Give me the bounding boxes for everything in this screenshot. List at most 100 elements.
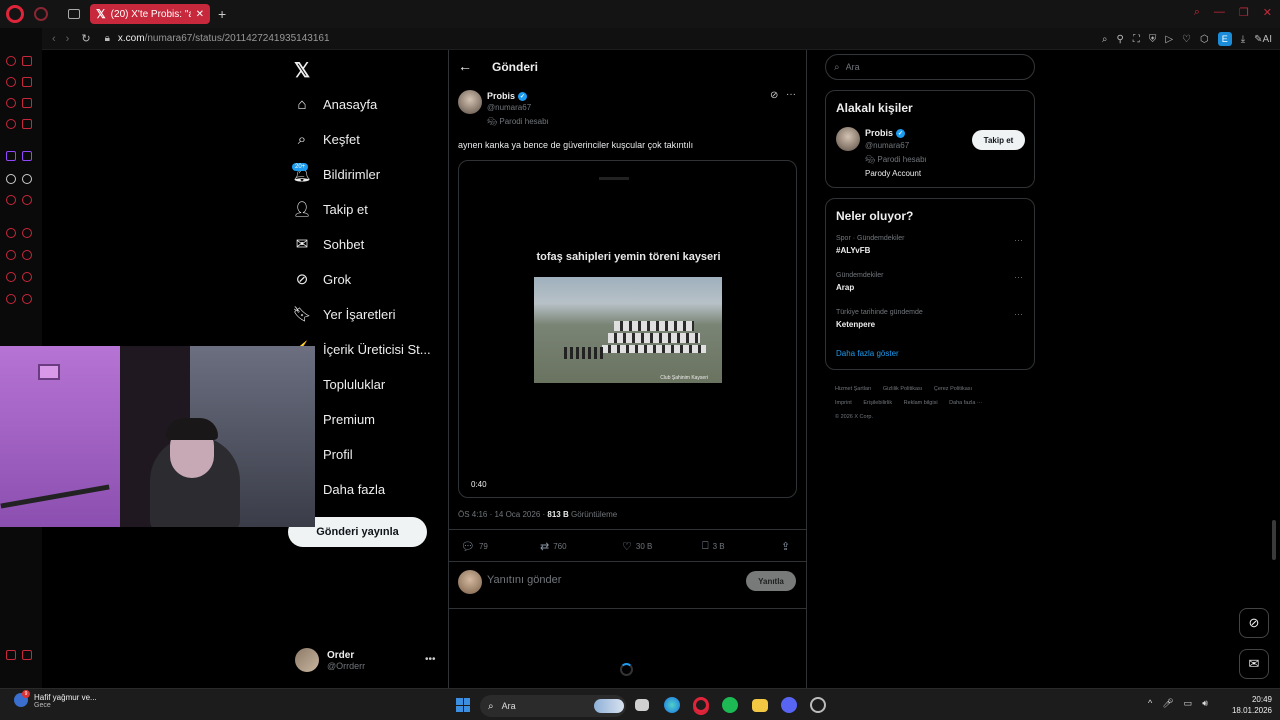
scrollbar[interactable] xyxy=(1272,520,1276,560)
account-switcher[interactable]: Order @Orrderr ••• xyxy=(295,648,436,672)
pin-icon[interactable]: ⚲ xyxy=(1117,34,1124,45)
footer-link[interactable]: Imprint xyxy=(835,400,852,406)
tab-overview-icon[interactable] xyxy=(68,9,80,19)
twitch-icon[interactable] xyxy=(6,151,16,161)
sidebar-red-icon[interactable] xyxy=(22,650,32,660)
more-dots-icon[interactable]: ··· xyxy=(1014,235,1023,245)
x-sidebar-icon[interactable] xyxy=(22,174,32,184)
grok-float-button[interactable]: ⊘ xyxy=(1239,608,1269,638)
tweet-video[interactable]: tofaş sahipleri yemin töreni kayseri Clu… xyxy=(458,160,797,498)
heart-icon[interactable]: ♡ xyxy=(1182,34,1191,45)
footer-link[interactable]: Daha fazla ··· xyxy=(949,400,982,406)
footer-link[interactable]: Reklam bilgisi xyxy=(904,400,938,406)
reply-action[interactable]: 💬︎ 79 xyxy=(461,540,488,553)
search-input[interactable] xyxy=(845,62,1006,72)
opera-logo-icon[interactable] xyxy=(6,5,24,23)
footer-link[interactable]: Çerez Politikası xyxy=(934,386,972,392)
back-arrow-icon[interactable]: ‹ xyxy=(52,33,56,45)
sidebar-red-icon[interactable] xyxy=(22,119,32,129)
file-explorer-icon[interactable] xyxy=(752,699,768,712)
related-user-name[interactable]: Probis ✓ xyxy=(865,128,906,138)
new-tab-icon[interactable]: + xyxy=(218,6,226,22)
sidebar-red-icon[interactable] xyxy=(6,56,16,66)
footer-link[interactable]: Hizmet Şartları xyxy=(835,386,871,392)
nav-grok[interactable]: ⊘ Grok xyxy=(294,268,351,290)
sidebar-red-icon[interactable] xyxy=(6,228,16,238)
sidebar-red-icon[interactable] xyxy=(22,294,32,304)
tab-close-icon[interactable]: ✕ xyxy=(196,9,204,20)
zoom-icon[interactable]: ⌕ xyxy=(1102,34,1108,45)
footer-link[interactable]: Erişilebilirlik xyxy=(863,400,892,406)
show-more-link[interactable]: Daha fazla göster xyxy=(836,349,899,358)
sidebar-red-icon[interactable] xyxy=(22,56,32,66)
tweet-author-handle[interactable]: @numara67 xyxy=(487,103,531,112)
nav-explore[interactable]: ⌕ Keşfet xyxy=(294,128,360,150)
aria-ai-icon[interactable]: ✎AI xyxy=(1254,34,1272,45)
weather-widget[interactable]: 9 Hafif yağmur ve... Gece xyxy=(14,690,97,709)
snapshot-icon[interactable]: ⛶ xyxy=(1133,34,1140,45)
sidebar-red-icon[interactable] xyxy=(22,77,32,87)
related-handle[interactable]: @numara67 xyxy=(865,141,909,150)
nav-follow[interactable]: 👤︎ Takip et xyxy=(292,198,367,220)
more-dots-icon[interactable]: ••• xyxy=(425,654,436,665)
more-dots-icon[interactable]: ··· xyxy=(1014,309,1023,319)
share-action[interactable]: ⇪ xyxy=(781,540,790,553)
trend-name[interactable]: Arap xyxy=(836,283,854,292)
sidebar-red-icon[interactable] xyxy=(6,650,16,660)
sidebar-red-icon[interactable] xyxy=(22,272,32,282)
volume-icon[interactable]: 🔊︎ xyxy=(1202,698,1208,709)
footer-link[interactable]: Gizlilik Politikası xyxy=(883,386,922,392)
twitch-icon[interactable] xyxy=(22,151,32,161)
opera-menu-icon[interactable] xyxy=(34,7,48,21)
chevron-up-icon[interactable]: ^ xyxy=(1148,698,1152,709)
more-dots-icon[interactable]: ··· xyxy=(1014,272,1023,282)
sidebar-red-icon[interactable] xyxy=(6,272,16,282)
trend-name[interactable]: #ALYvFB xyxy=(836,246,870,255)
sidebar-red-icon[interactable] xyxy=(6,250,16,260)
spotify-icon[interactable] xyxy=(722,697,738,713)
taskbar-search[interactable]: ⌕ Ara xyxy=(480,695,626,717)
sidebar-red-icon[interactable] xyxy=(6,294,16,304)
url-field[interactable]: x.com/numara67/status/201142724193514316… xyxy=(118,33,330,44)
x-sidebar-icon[interactable] xyxy=(6,174,16,184)
bookmark-action[interactable]: ⎕ 3 B xyxy=(702,540,725,553)
x-logo-icon[interactable]: 𝕏 xyxy=(294,58,310,83)
sidebar-red-icon[interactable] xyxy=(6,119,16,129)
back-arrow-icon[interactable]: ← xyxy=(458,58,472,74)
sidebar-red-icon[interactable] xyxy=(22,250,32,260)
sidebar-red-icon[interactable] xyxy=(6,98,16,108)
like-action[interactable]: ♡ 30 B xyxy=(622,540,652,553)
task-view-icon[interactable] xyxy=(635,699,649,711)
follow-button[interactable]: Takip et xyxy=(972,130,1025,150)
display-icon[interactable]: ▭ xyxy=(1184,698,1193,709)
shield-icon[interactable]: ⛨ xyxy=(1149,34,1157,45)
nav-messages[interactable]: ✉ Sohbet xyxy=(294,233,365,255)
forward-arrow-icon[interactable]: › xyxy=(66,33,70,45)
tweet-timestamp[interactable]: ÖS 4:16 · 14 Oca 2026 · xyxy=(458,510,547,519)
trend-name[interactable]: Ketenpere xyxy=(836,320,875,329)
sidebar-red-icon[interactable] xyxy=(22,228,32,238)
play-icon[interactable]: ▷ xyxy=(1165,34,1173,45)
microphone-icon[interactable]: 🎤︎ xyxy=(1162,698,1173,709)
messages-float-button[interactable]: ✉ xyxy=(1239,649,1269,679)
reply-input[interactable]: Yanıtını gönder xyxy=(487,574,561,586)
app-icon[interactable] xyxy=(810,697,826,713)
avatar[interactable] xyxy=(458,90,482,114)
minimize-icon[interactable]: — xyxy=(1214,6,1225,19)
clock[interactable]: 20:49 18.01.2026 xyxy=(1226,694,1272,716)
tweet-author[interactable]: Probis ✓ xyxy=(487,91,528,101)
sidebar-red-icon[interactable] xyxy=(22,98,32,108)
windows-start-icon[interactable] xyxy=(456,698,470,712)
grok-icon[interactable]: ⊘ xyxy=(770,90,778,101)
reply-button[interactable]: Yanıtla xyxy=(746,571,796,591)
youtube-icon[interactable] xyxy=(6,195,16,205)
opera-icon[interactable] xyxy=(693,697,709,713)
download-icon[interactable]: ⤓ xyxy=(1241,34,1245,45)
close-window-icon[interactable]: ✕ xyxy=(1263,6,1272,19)
lock-icon[interactable]: 🔒︎ xyxy=(105,33,110,44)
extensions-icon[interactable]: ⬡ xyxy=(1200,34,1209,45)
repost-action[interactable]: ⇄ 760 xyxy=(540,540,567,553)
extension-e-icon[interactable]: E xyxy=(1217,32,1232,46)
maximize-icon[interactable]: ❐ xyxy=(1239,6,1249,19)
discord-icon[interactable] xyxy=(781,697,797,713)
